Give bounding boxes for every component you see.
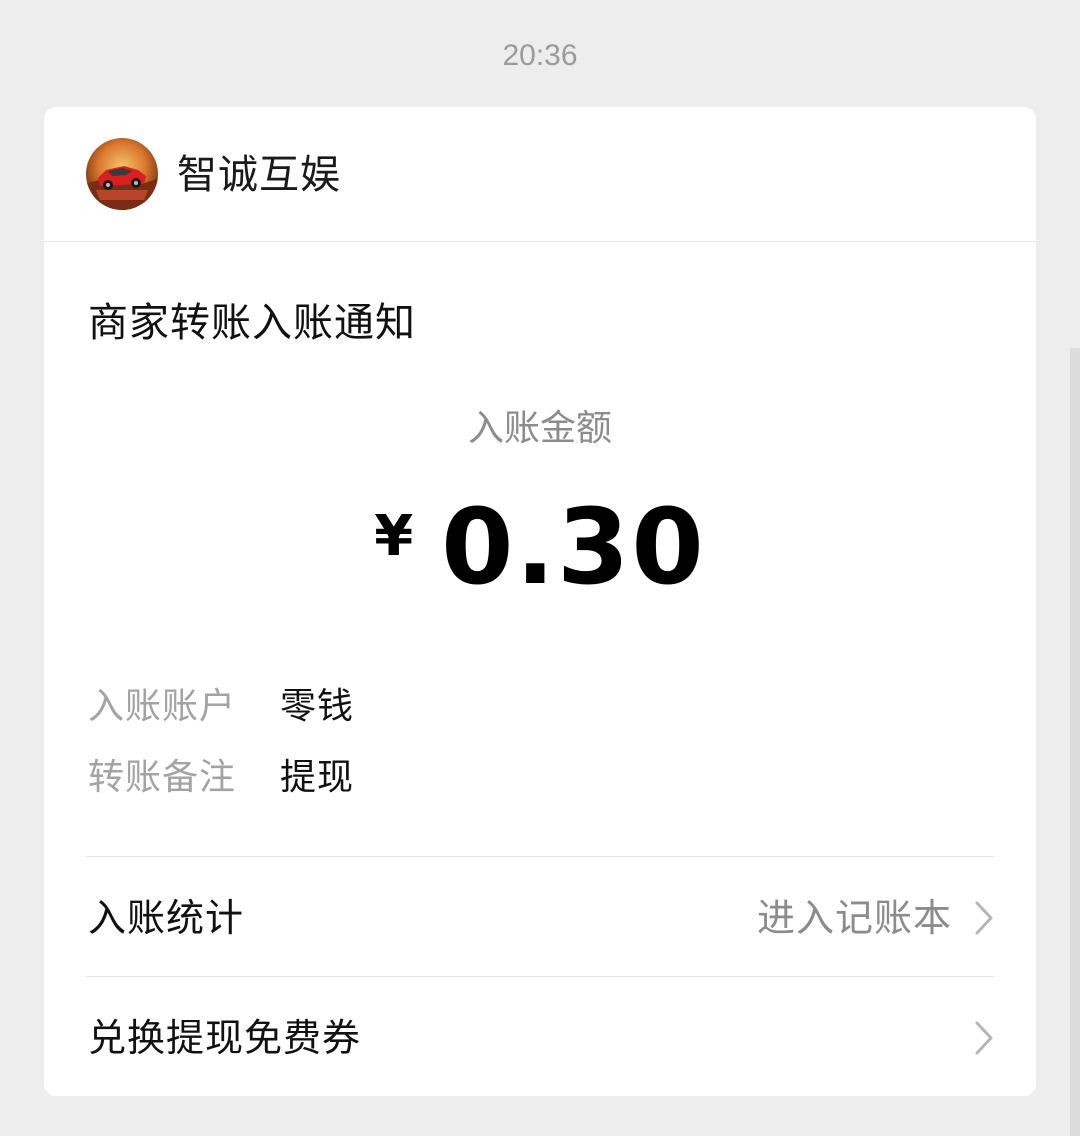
- chevron-right-icon: [975, 1021, 993, 1055]
- amount-label: 入账金额: [467, 408, 612, 449]
- merchant-avatar[interactable]: [86, 138, 158, 210]
- detail-value: 零钱: [280, 686, 355, 727]
- scrollbar[interactable]: [1070, 348, 1080, 1136]
- currency-symbol: ¥: [374, 504, 414, 569]
- amount-display: ¥0.30: [44, 492, 1036, 602]
- redeem-coupon-link[interactable]: 兑换提现免费券: [86, 978, 994, 1096]
- divider: [86, 976, 994, 977]
- detail-value: 提现: [280, 757, 355, 798]
- link-label: 入账统计: [88, 896, 245, 940]
- divider: [86, 856, 994, 857]
- link-label: 兑换提现免费券: [88, 1016, 362, 1060]
- red-sports-car-avatar-icon: [86, 138, 158, 210]
- link-hint: 进入记账本: [756, 896, 952, 940]
- detail-label: 入账账户: [88, 686, 237, 727]
- detail-row-remark: 转账备注 提现: [88, 753, 354, 803]
- notification-title: 商家转账入账通知: [88, 300, 416, 346]
- chevron-right-icon: [975, 901, 993, 935]
- amount-value: 0.30: [441, 486, 706, 608]
- detail-label: 转账备注: [88, 757, 237, 798]
- message-timestamp: 20:36: [502, 39, 578, 72]
- detail-row-account: 入账账户 零钱: [88, 682, 354, 732]
- card-header[interactable]: 智诚互娱: [44, 107, 1036, 242]
- income-stats-link[interactable]: 入账统计 进入记账本: [86, 858, 994, 976]
- transfer-notification-card[interactable]: 智诚互娱 商家转账入账通知 入账金额 ¥0.30 入账账户 零钱 转账备注 提现 入…: [44, 107, 1036, 1096]
- merchant-name[interactable]: 智诚互娱: [177, 149, 341, 201]
